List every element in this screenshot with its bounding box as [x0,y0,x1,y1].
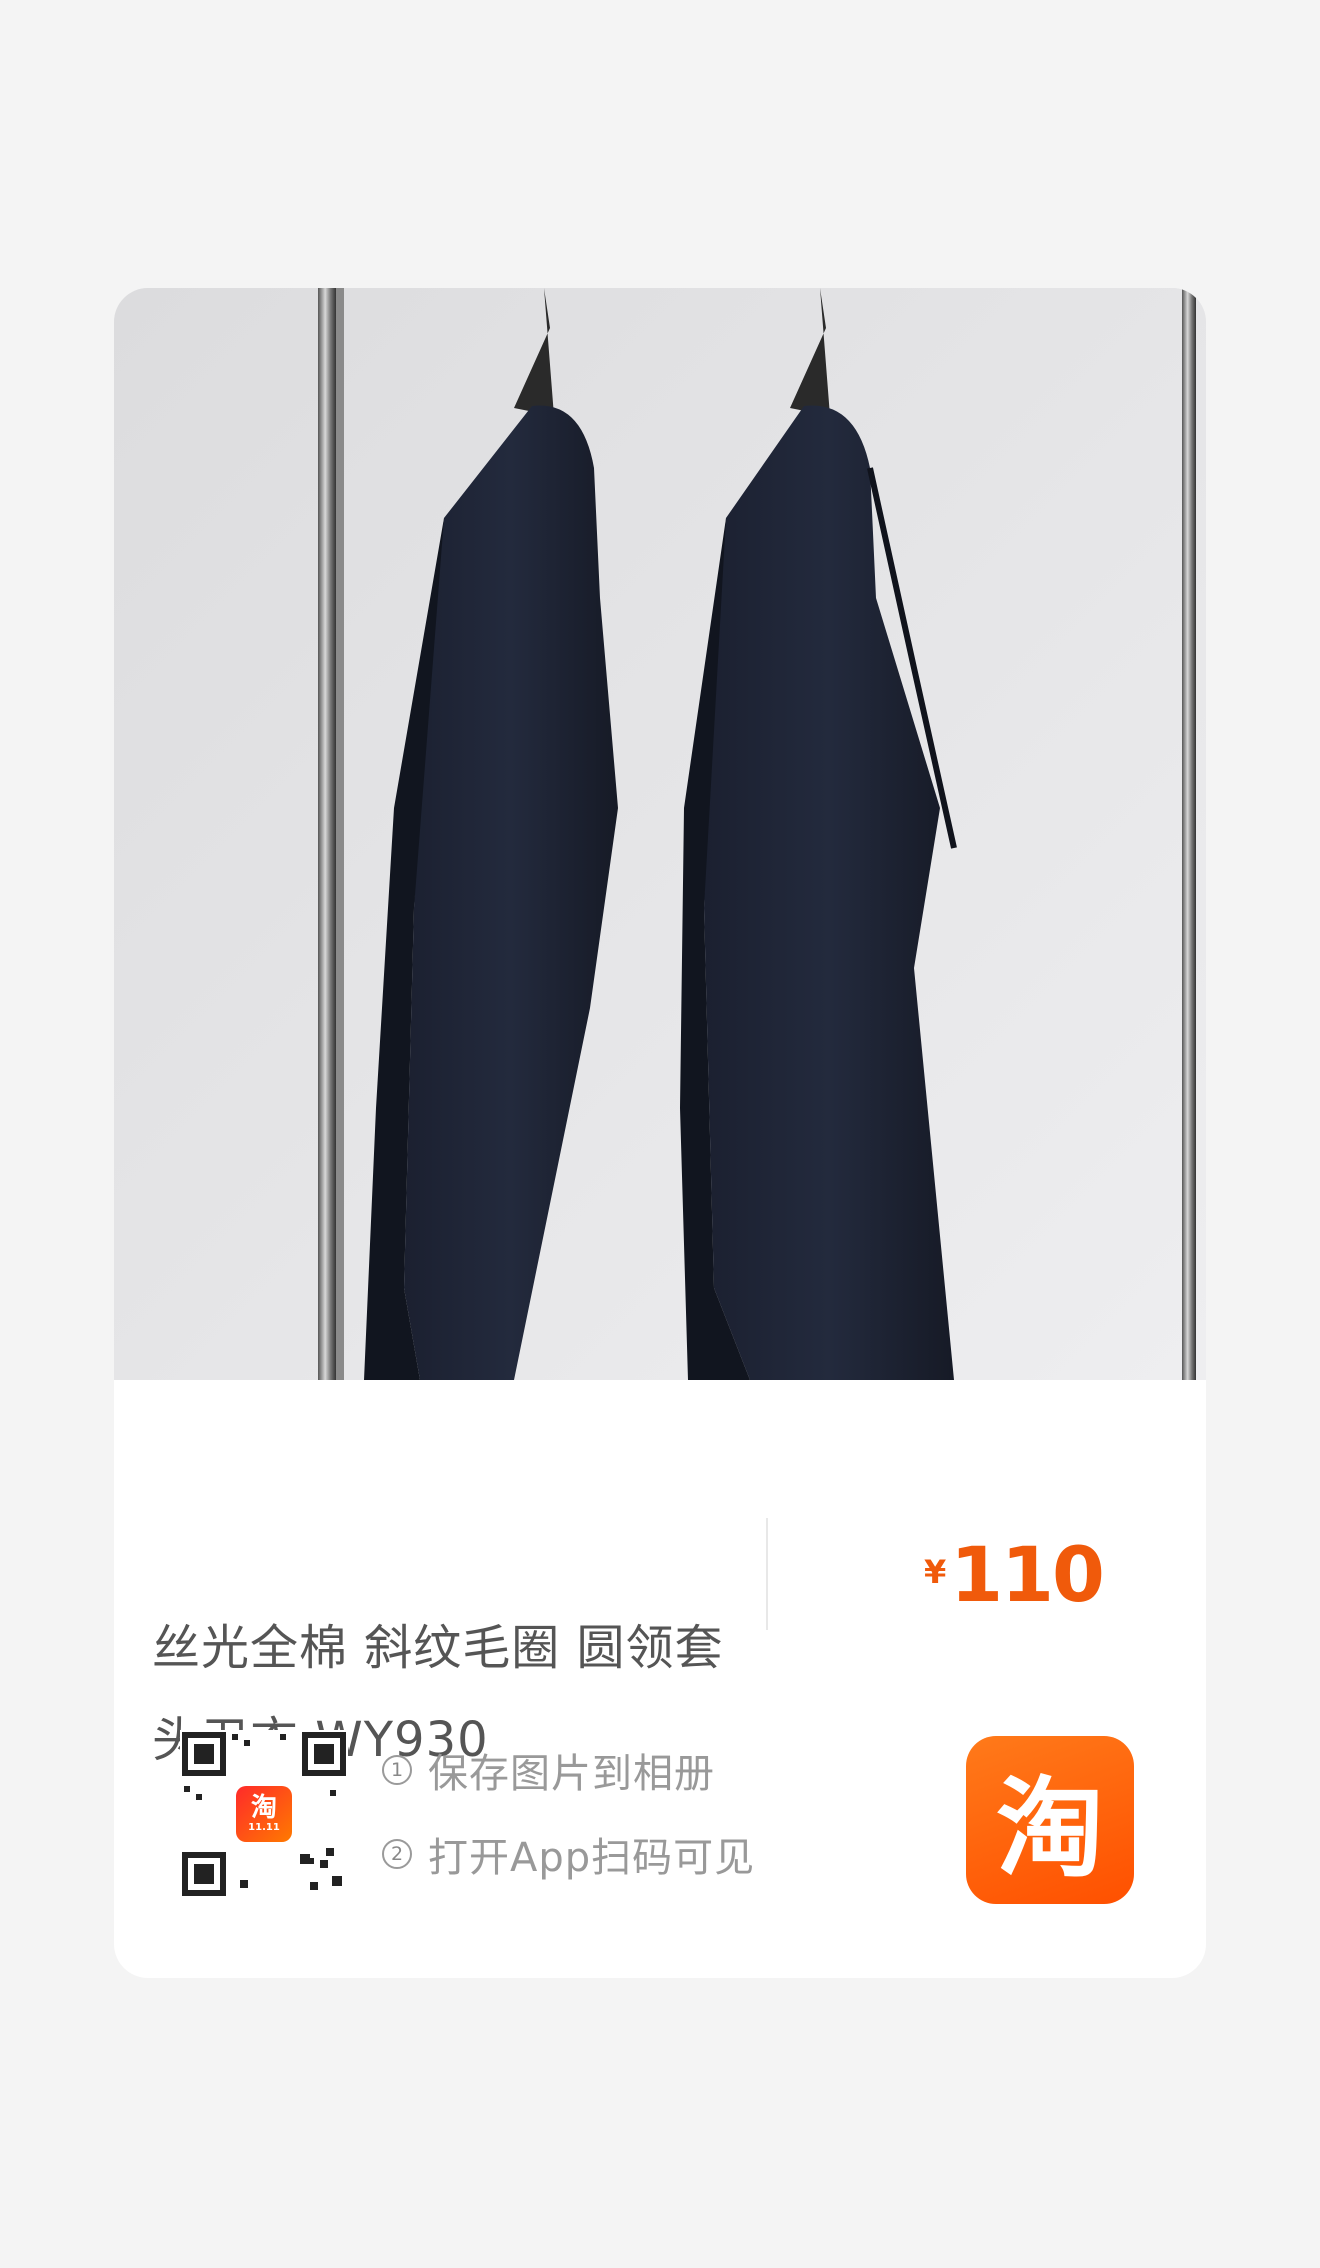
product-price: ¥110 [924,1530,1105,1619]
scan-instructions: 1 保存图片到相册 2 打开App扫码可见 [382,1740,755,1908]
step-number-icon: 2 [382,1839,412,1869]
taobao-logo-char: 淘 [995,1767,1104,1892]
price-value: 110 [950,1530,1105,1619]
step-number-icon: 1 [382,1755,412,1785]
product-title-line1: 丝光全棉 斜纹毛圈 圆领套 [152,1620,724,1676]
sweatshirts-image [114,288,1206,1380]
taobao-app-icon[interactable]: 淘 [966,1736,1134,1904]
qr-code[interactable]: 淘 11.11 [180,1730,348,1898]
step-item: 2 打开App扫码可见 [382,1824,755,1884]
divider [766,1518,768,1630]
taobao-badge-icon: 淘 11.11 [236,1786,292,1842]
qr-badge-char: 淘 [250,1793,277,1823]
product-info: 丝光全棉 斜纹毛圈 圆领套 头卫衣 WY930 ¥110 [114,1380,1206,1978]
step-text: 打开App扫码可见 [428,1835,756,1881]
product-share-card: 丝光全棉 斜纹毛圈 圆领套 头卫衣 WY930 ¥110 [114,288,1206,1978]
product-photo [114,288,1206,1380]
currency-symbol: ¥ [924,1553,947,1591]
step-text: 保存图片到相册 [428,1751,715,1797]
qr-badge-sub: 11.11 [248,1822,280,1833]
step-item: 1 保存图片到相册 [382,1740,755,1800]
